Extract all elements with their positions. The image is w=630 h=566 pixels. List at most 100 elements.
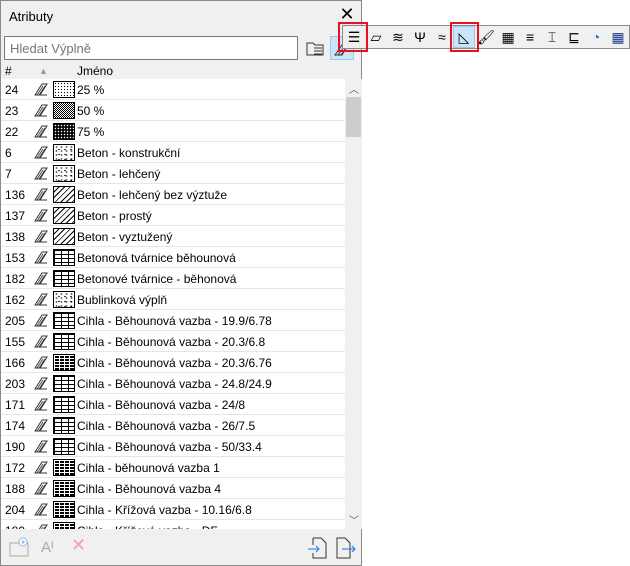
- dialog-title: Atributy: [9, 9, 54, 24]
- list-item[interactable]: 7 Beton - lehčený: [1, 163, 345, 184]
- fill-number: 203: [5, 377, 26, 391]
- fill-pattern-preview: [53, 459, 75, 476]
- profile-i-icon: ⌶: [547, 28, 557, 45]
- fill-number: 162: [5, 293, 26, 307]
- list-item[interactable]: 190 Cihla - Běhounová vazba - 50/33.4: [1, 436, 345, 457]
- fill-type-icon: [34, 377, 48, 390]
- fill-type-icon: [34, 146, 48, 159]
- header-num[interactable]: #: [5, 64, 12, 78]
- list-item[interactable]: 166 Cihla - Běhounová vazba - 20.3/6.76: [1, 352, 345, 373]
- list-item[interactable]: 136 Beton - lehčený bez výztuže: [1, 184, 345, 205]
- fill-name: Cihla - Běhounová vazba - 20.3/6.8: [77, 335, 266, 349]
- rename-icon[interactable]: Aᴵ: [41, 539, 54, 556]
- scrollbar-thumb[interactable]: [346, 97, 361, 137]
- list-item[interactable]: 189 Cihla - Křížová vazba - DF: [1, 520, 345, 529]
- composite-button[interactable]: ≡: [519, 26, 541, 48]
- list-item[interactable]: 204 Cihla - Křížová vazba - 10.16/6.8: [1, 499, 345, 520]
- fill-number: 190: [5, 440, 26, 454]
- list-header: # ▲ Jméno: [1, 62, 345, 79]
- list-item[interactable]: 155 Cihla - Běhounová vazba - 20.3/6.8: [1, 331, 345, 352]
- fill-pattern-preview: [53, 354, 75, 371]
- folder-list-icon: [306, 42, 324, 56]
- fill-pattern-preview: [53, 144, 75, 161]
- brush-icon: 🖌: [477, 28, 495, 45]
- profile-button[interactable]: ≋: [387, 26, 409, 48]
- building-material-button[interactable]: ▦: [497, 26, 519, 48]
- attribute-type-toolbar: ☰ ▱ ≋ Ψ ≈ ◺ 🖌 ▦ ≡ ⌶ ⊑ ◔ ▦: [342, 25, 630, 49]
- fill-name: 50 %: [77, 104, 105, 118]
- scroll-down-icon[interactable]: ﹀: [349, 512, 359, 527]
- scroll-up-icon[interactable]: ︿: [349, 81, 359, 96]
- attributes-dialog: Atributy ✕ # ▲ Jméno 24 25 %23 50 %22 75…: [0, 0, 362, 566]
- fill-name: Beton - prostý: [77, 209, 152, 223]
- list-item[interactable]: 174 Cihla - Běhounová vazba - 26/7.5: [1, 415, 345, 436]
- list-item[interactable]: 23 50 %: [1, 100, 345, 121]
- fill-type-icon: [34, 419, 48, 432]
- list-item[interactable]: 138 Beton - vyztužený: [1, 226, 345, 247]
- fill-list: 24 25 % 23 50 % 22 75 % 6 Beton - konstrukč…: [1, 79, 345, 529]
- fill-type-icon: [34, 482, 48, 495]
- zone-category-button[interactable]: ⊑: [563, 26, 585, 48]
- list-item[interactable]: 153 Betonová tvárnice běhounová: [1, 247, 345, 268]
- header-name[interactable]: Jméno: [77, 64, 113, 78]
- fill-type-icon: [34, 272, 48, 285]
- export-icon[interactable]: [335, 537, 357, 559]
- fill-number: 7: [5, 167, 12, 181]
- surface-button[interactable]: ◔: [585, 26, 607, 48]
- search-input[interactable]: [4, 36, 298, 60]
- fill-type-icon: [34, 356, 48, 369]
- fill-type-icon: [34, 503, 48, 516]
- fill-name: Beton - lehčený: [77, 167, 161, 181]
- fill-name: Cihla - Běhounová vazba - 24.8/24.9: [77, 377, 272, 391]
- list-item[interactable]: 24 25 %: [1, 79, 345, 100]
- folder-list-button[interactable]: [303, 36, 327, 60]
- fill-name: Cihla - Běhounová vazba 4: [77, 482, 222, 496]
- list-item[interactable]: 22 75 %: [1, 121, 345, 142]
- fill-number: 138: [5, 230, 26, 244]
- slab-button[interactable]: ▱: [365, 26, 387, 48]
- list-item[interactable]: 188 Cihla - Běhounová vazba 4: [1, 478, 345, 499]
- new-folder-icon[interactable]: [9, 537, 29, 557]
- list-item[interactable]: 137 Beton - prostý: [1, 205, 345, 226]
- sort-arrow-icon[interactable]: ▲: [39, 66, 48, 76]
- fill-pattern-preview: [53, 123, 75, 140]
- fill-pattern-preview: [53, 186, 75, 203]
- fill-type-icon: [34, 335, 48, 348]
- fill-name: 75 %: [77, 125, 105, 139]
- grid-icon: ▦: [611, 28, 625, 45]
- fill-name: Cihla - Běhounová vazba - 19.9/6.78: [77, 314, 272, 328]
- fill-pattern-preview: [53, 81, 75, 98]
- fill-pattern-preview: [53, 165, 75, 182]
- building-material-icon: ▦: [501, 28, 515, 45]
- list-item[interactable]: 182 Betonové tvárnice - běhonová: [1, 268, 345, 289]
- fill-pattern-preview: [53, 501, 75, 518]
- list-item[interactable]: 203 Cihla - Běhounová vazba - 24.8/24.9: [1, 373, 345, 394]
- fill-number: 171: [5, 398, 26, 412]
- delete-icon[interactable]: ✕: [71, 535, 86, 556]
- import-icon[interactable]: [307, 537, 327, 559]
- fill-type-icon: [34, 104, 48, 117]
- line-type-icon: Ψ: [414, 29, 426, 45]
- fill-pattern-preview: [53, 333, 75, 350]
- fill-name: Beton - vyztužený: [77, 230, 173, 244]
- zone-icon: ≈: [438, 29, 446, 45]
- fill-name: Beton - lehčený bez výztuže: [77, 188, 228, 202]
- list-item[interactable]: 171 Cihla - Běhounová vazba - 24/8: [1, 394, 345, 415]
- fill-pattern-preview: [53, 375, 75, 392]
- scrollbar[interactable]: ︿ ﹀: [345, 79, 362, 529]
- list-item[interactable]: 172 Cihla - běhounová vazba 1: [1, 457, 345, 478]
- fill-type-icon: [34, 398, 48, 411]
- fill-pattern-preview: [53, 270, 75, 287]
- profile-i-button[interactable]: ⌶: [541, 26, 563, 48]
- list-item[interactable]: 6 Beton - konstrukční: [1, 142, 345, 163]
- list-item[interactable]: 162 Bublinková výplň: [1, 289, 345, 310]
- grid-button[interactable]: ▦: [607, 26, 629, 48]
- fill-number: 136: [5, 188, 26, 202]
- line-type-button[interactable]: Ψ: [409, 26, 431, 48]
- fill-type-icon: [34, 461, 48, 474]
- fill-pattern-preview: [53, 228, 75, 245]
- list-item[interactable]: 205 Cihla - Běhounová vazba - 19.9/6.78: [1, 310, 345, 331]
- fill-number: 153: [5, 251, 26, 265]
- fill-number: 155: [5, 335, 26, 349]
- fill-number: 6: [5, 146, 12, 160]
